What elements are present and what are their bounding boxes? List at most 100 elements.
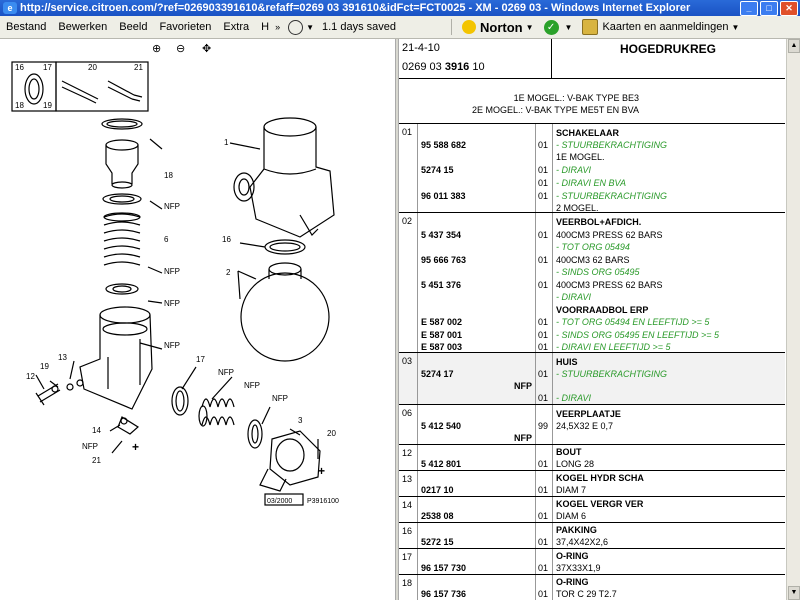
callout-20: 20 [88,63,97,72]
menu-bestand[interactable]: Bestand [0,21,52,33]
part-number[interactable]: 95 588 682 [421,139,466,151]
callout-nfp-7: NFP [272,394,288,403]
table-row[interactable]: 02 VEERBOL+AFDICH. 5 437 354 01 400CM3 PRESS… [399,213,785,353]
part-number[interactable]: 0217 10 [421,484,454,496]
description: - DIRAVI EN BVA [556,178,627,188]
table-row[interactable]: 12 BOUT 5 412 801 01 LONG 28 [399,445,785,471]
part-number[interactable]: 2538 08 [421,510,454,522]
description: VEERPLAATJE [556,409,621,419]
menu-extra[interactable]: Extra [217,21,255,33]
part-number[interactable]: 96 011 383 [421,190,466,202]
header-reference: 0269 03 3916 10 [402,61,485,73]
description: O-RING [556,577,589,587]
part-number[interactable]: 5272 15 [421,536,454,548]
callout-21: 21 [134,63,143,72]
toolbar-separator [451,19,452,35]
description: - DIRAVI [556,393,592,403]
description: - DIRAVI EN LEEFTIJD >= 5 [556,342,671,352]
clock-icon[interactable] [288,19,304,35]
quantity: 01 [538,537,549,547]
minimize-button[interactable]: _ [740,0,758,16]
chevron-right-icon[interactable]: » [275,22,280,32]
part-number[interactable]: 5 412 540 [421,420,461,432]
quantity: 01 [538,230,549,240]
description: HUIS [556,357,578,367]
description: - TOT ORG 05494 [556,242,630,252]
chevron-down-icon[interactable]: ▼ [565,23,573,32]
vertical-scrollbar[interactable]: ▲ ▼ [786,39,800,600]
header-date: 21-4-10 [402,42,440,54]
item-number: 03 [402,356,413,366]
description: 24,5X32 E 0,7 [556,421,614,431]
callout-12: 12 [26,372,35,381]
menu-bewerken[interactable]: Bewerken [52,21,113,33]
part-number[interactable]: E 587 003 [421,341,462,353]
table-row[interactable]: 16 PAKKING 5272 15 01 37,4X42X2,6 [399,523,785,549]
description: 400CM3 PRESS 62 BARS [556,230,663,240]
callout-16b: 16 [222,235,231,244]
part-number[interactable]: 95 666 763 [421,254,466,266]
parts-header: 21-4-10 0269 03 3916 10 HOGEDRUKREG [399,39,785,79]
description: KOGEL HYDR SCHA [556,473,644,483]
description: KOGEL VERGR VER [556,499,644,509]
part-number[interactable]: 96 157 730 [421,562,466,574]
table-row[interactable]: 18 O-RING 96 157 736 01 TOR C 29 T2.7 [399,575,785,600]
item-number: 06 [402,408,413,418]
callout-16: 16 [15,63,24,72]
callout-21b: 21 [92,456,101,465]
part-number[interactable]: 96 157 736 [421,588,466,600]
quantity: 99 [538,421,549,431]
callout-18b: 18 [164,171,173,180]
table-row[interactable]: 14 KOGEL VERGR VER 2538 08 01 DIAM 6 [399,497,785,523]
table-row[interactable]: 17 O-RING 96 157 730 01 37X33X1,9 [399,549,785,575]
quantity: 01 [538,330,549,340]
part-number[interactable]: 5 437 354 [421,229,461,241]
scroll-up-icon[interactable]: ▲ [788,39,800,53]
callout-nfp-8: NFP [82,442,98,451]
part-number[interactable]: E 587 001 [421,329,462,341]
quantity: 01 [538,485,549,495]
description: - STUURBEKRACHTIGING [556,369,668,379]
quantity: 01 [538,165,549,175]
quantity: 01 [538,280,549,290]
chevron-down-icon[interactable]: ▼ [306,23,314,32]
cards-button[interactable]: Kaarten en aanmeldingen ▼ [582,19,739,35]
checkmark-icon[interactable]: ✓ [543,19,559,35]
norton-label: Norton [480,19,523,35]
menu-favorieten[interactable]: Favorieten [153,21,217,33]
quantity: 01 [538,178,549,188]
callout-nfp-4: NFP [164,341,180,350]
table-row[interactable]: 03 HUIS 5274 17 01 - STUURBEKRACHTIGING NFP 01… [399,353,785,405]
quantity: 01 [538,393,549,403]
description: 37,4X42X2,6 [556,537,609,547]
item-number: 18 [402,578,413,588]
table-row[interactable]: 06 VEERPLAATJE 5 412 540 99 24,5X32 E 0,7 NFP [399,405,785,445]
table-row[interactable]: 01 SCHAKELAAR 95 588 682 01 - STUURBEKRACHTI… [399,124,785,213]
close-button[interactable]: ✕ [780,0,798,16]
nfp-label: NFP [514,381,532,391]
part-number[interactable]: E 587 002 [421,316,462,328]
description: - DIRAVI [556,165,592,175]
part-number[interactable]: 5274 15 [421,164,454,176]
item-number: 12 [402,448,413,458]
part-number[interactable]: 5 412 801 [421,458,461,470]
part-number[interactable]: 5 451 376 [421,279,461,291]
quantity: 01 [538,563,549,573]
part-number[interactable]: 5274 17 [421,368,454,380]
callout-nfp-1: NFP [164,202,180,211]
description: - STUURBEKRACHTIGING [556,140,668,150]
menu-beeld[interactable]: Beeld [113,21,153,33]
maximize-button[interactable]: □ [760,0,778,16]
table-row[interactable]: 13 KOGEL HYDR SCHA 0217 10 01 DIAM 7 [399,471,785,497]
menu-help[interactable]: H [255,21,275,33]
saved-label: 1.1 days saved [322,21,396,33]
scroll-down-icon[interactable]: ▼ [788,586,800,600]
parts-list-pane: 21-4-10 0269 03 3916 10 HOGEDRUKREG 1E M… [399,39,785,600]
quantity: 01 [538,317,549,327]
chevron-down-icon: ▼ [525,22,534,32]
description: SCHAKELAAR [556,128,619,138]
norton-button[interactable]: Norton ▼ [462,20,534,35]
callout-1: 1 [224,138,229,147]
model-note-2: 2E MOGEL.: V-BAK TYPE ME5T EN BVA [471,105,639,115]
nfp-label: NFP [514,433,532,443]
